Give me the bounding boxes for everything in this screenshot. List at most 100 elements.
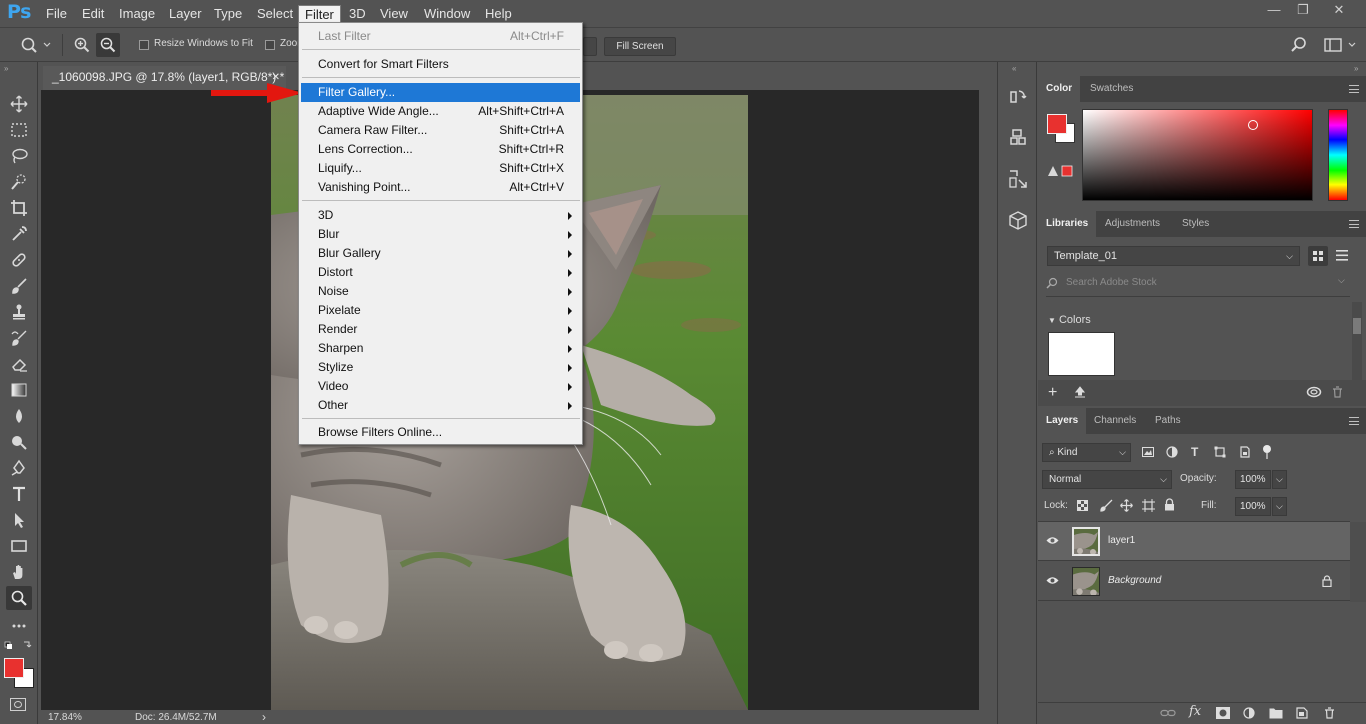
layer-filter-kind[interactable]: ⌕ Kind ⌵ <box>1042 443 1131 462</box>
menu-item-pixelate[interactable]: Pixelate <box>301 301 580 320</box>
zoom-tool-preset-icon[interactable] <box>20 36 52 54</box>
menu-help[interactable]: Help <box>479 5 518 23</box>
status-zoom[interactable]: 17.84% <box>48 712 82 723</box>
menu-item-sharpen[interactable]: Sharpen <box>301 339 580 358</box>
healing-tool[interactable] <box>6 248 32 272</box>
grid-view-icon[interactable] <box>1308 246 1328 266</box>
expand-icon[interactable]: « <box>1012 64 1016 73</box>
fill-dropdown-icon[interactable]: ⌵ <box>1272 497 1287 516</box>
menu-item-adaptive-wide-angle[interactable]: Adaptive Wide Angle... Alt+Shift+Ctrl+A <box>301 102 580 121</box>
layers-scrollbar[interactable] <box>1350 522 1366 602</box>
new-group-icon[interactable] <box>1269 707 1283 719</box>
hand-tool[interactable] <box>6 560 32 584</box>
collapse-icon[interactable]: » <box>4 64 8 73</box>
tab-paths[interactable]: Paths <box>1147 408 1189 434</box>
rectangle-tool[interactable] <box>6 534 32 558</box>
fit-screen-button[interactable] <box>583 37 597 56</box>
more-tools[interactable] <box>6 614 32 638</box>
creative-cloud-icon[interactable] <box>1306 386 1322 398</box>
visibility-eye-icon[interactable] <box>1046 576 1059 585</box>
layer-row[interactable]: Background <box>1038 562 1350 601</box>
zoom-in-icon[interactable] <box>73 36 91 54</box>
lasso-tool[interactable] <box>6 144 32 168</box>
menu-layer[interactable]: Layer <box>163 5 208 23</box>
lock-all-icon[interactable] <box>1164 498 1175 511</box>
filter-shape-icon[interactable] <box>1214 446 1226 458</box>
colors-section-header[interactable]: ▼ Colors <box>1048 314 1091 326</box>
panel-menu-icon[interactable] <box>1349 85 1359 93</box>
tab-color[interactable]: Color <box>1038 76 1081 102</box>
filter-toggle-icon[interactable] <box>1263 445 1271 453</box>
library-select[interactable]: Template_01 ⌵ <box>1047 246 1300 266</box>
menu-item-camera-raw[interactable]: Camera Raw Filter... Shift+Ctrl+A <box>301 121 580 140</box>
menu-item-render[interactable]: Render <box>301 320 580 339</box>
dodge-tool[interactable] <box>6 430 32 454</box>
opacity-input[interactable]: 100% <box>1235 470 1271 489</box>
menu-item-3d[interactable]: 3D <box>301 206 580 225</box>
menu-item-stylize[interactable]: Stylize <box>301 358 580 377</box>
zoom-all-checkbox[interactable] <box>265 40 275 50</box>
pen-tool[interactable] <box>6 456 32 480</box>
layer-row[interactable]: layer1 <box>1038 522 1350 561</box>
color-foreground-swatch[interactable] <box>1047 114 1067 134</box>
menu-item-convert-smart-filters[interactable]: Convert for Smart Filters <box>301 55 580 74</box>
marquee-tool[interactable] <box>6 118 32 142</box>
trash-icon[interactable] <box>1332 386 1343 398</box>
menu-item-noise[interactable]: Noise <box>301 282 580 301</box>
resize-windows-checkbox[interactable] <box>139 40 149 50</box>
menu-select[interactable]: Select <box>251 5 299 23</box>
stock-search-input[interactable]: Search Adobe Stock <box>1066 277 1157 288</box>
close-button[interactable]: ✕ <box>1324 0 1354 22</box>
history-icon[interactable] <box>1007 86 1029 108</box>
eraser-tool[interactable] <box>6 352 32 376</box>
menu-item-liquify[interactable]: Liquify... Shift+Ctrl+X <box>301 159 580 178</box>
tab-styles[interactable]: Styles <box>1174 211 1217 237</box>
new-layer-icon[interactable] <box>1296 707 1308 719</box>
workspace-icon[interactable] <box>1324 37 1358 53</box>
menu-window[interactable]: Window <box>418 5 476 23</box>
filter-type-icon[interactable]: T <box>1191 445 1198 459</box>
lock-position-icon[interactable] <box>1120 499 1133 512</box>
zoom-tool[interactable] <box>6 586 32 610</box>
layer-style-icon[interactable]: fx <box>1189 704 1201 719</box>
menu-item-blur[interactable]: Blur <box>301 225 580 244</box>
status-menu-icon[interactable]: › <box>262 710 266 724</box>
menu-item-browse-filters-online[interactable]: Browse Filters Online... <box>301 423 580 442</box>
opacity-dropdown-icon[interactable]: ⌵ <box>1272 470 1287 489</box>
tab-libraries[interactable]: Libraries <box>1038 211 1097 237</box>
zoom-out-button[interactable] <box>96 33 120 57</box>
visibility-eye-icon[interactable] <box>1046 536 1059 545</box>
quick-select-tool[interactable] <box>6 170 32 194</box>
lock-artboard-icon[interactable] <box>1142 499 1155 512</box>
menu-type[interactable]: Type <box>208 5 248 23</box>
tab-adjustments[interactable]: Adjustments <box>1097 211 1168 237</box>
fill-input[interactable]: 100% <box>1235 497 1271 516</box>
menu-3d[interactable]: 3D <box>343 5 372 23</box>
crop-tool[interactable] <box>6 196 32 220</box>
menu-item-vanishing-point[interactable]: Vanishing Point... Alt+Ctrl+V <box>301 178 580 197</box>
menu-item-video[interactable]: Video <box>301 377 580 396</box>
gamut-warning-icon[interactable] <box>1047 165 1073 177</box>
lock-pixels-icon[interactable] <box>1100 499 1113 512</box>
lock-transparent-icon[interactable] <box>1077 500 1088 511</box>
eyedropper-tool[interactable] <box>6 222 32 246</box>
layer-name[interactable]: Background <box>1108 575 1161 586</box>
fill-screen-button[interactable]: Fill Screen <box>604 37 676 56</box>
panel-menu-icon[interactable] <box>1349 417 1359 425</box>
panel-menu-icon[interactable] <box>1349 220 1359 228</box>
layer-lock-icon[interactable] <box>1322 575 1332 587</box>
library-color-swatch[interactable] <box>1048 332 1115 376</box>
menu-item-distort[interactable]: Distort <box>301 263 580 282</box>
tab-layers[interactable]: Layers <box>1038 408 1087 434</box>
paths-panel-icon[interactable] <box>1007 168 1029 190</box>
3d-panel-icon[interactable] <box>1007 126 1029 148</box>
type-tool[interactable] <box>6 482 32 506</box>
color-field[interactable] <box>1082 109 1313 201</box>
stamp-tool[interactable] <box>6 300 32 324</box>
menu-item-filter-gallery[interactable]: Filter Gallery... <box>301 83 580 102</box>
filter-adjustment-icon[interactable] <box>1166 446 1178 458</box>
blend-mode-select[interactable]: Normal ⌵ <box>1042 470 1172 489</box>
hue-slider[interactable] <box>1328 109 1348 201</box>
history-brush-tool[interactable] <box>6 326 32 350</box>
library-scrollbar[interactable] <box>1352 302 1362 382</box>
